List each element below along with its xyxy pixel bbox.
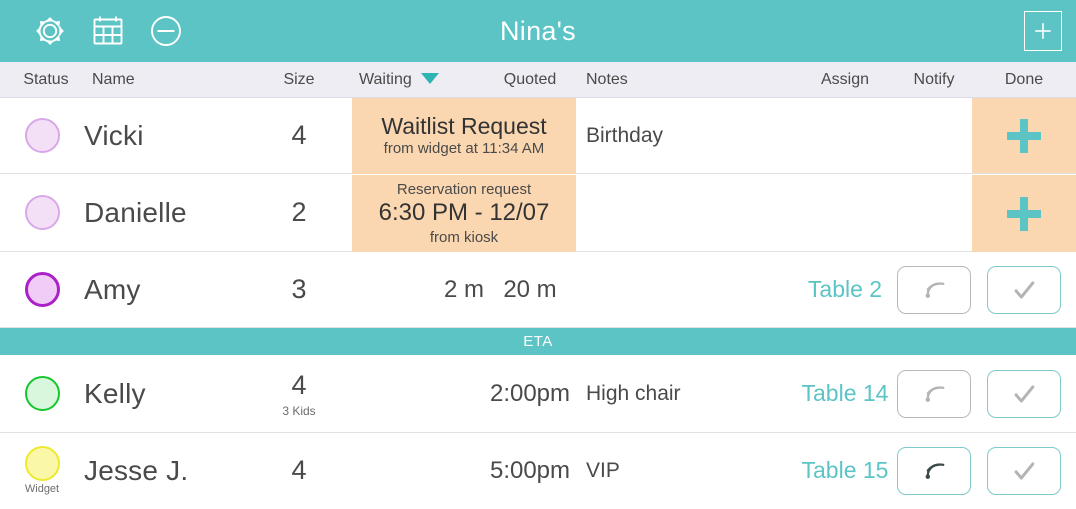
- status-cell[interactable]: [0, 355, 84, 432]
- notes-cell[interactable]: Birthday: [586, 98, 886, 173]
- column-header-waiting-label: Waiting: [359, 71, 412, 88]
- done-cell[interactable]: [985, 433, 1063, 508]
- status-dot: [24, 195, 60, 230]
- status-dot: [24, 446, 60, 481]
- size-cell: 3: [244, 252, 354, 327]
- add-party-button[interactable]: [1024, 11, 1062, 51]
- guest-name: Danielle: [84, 196, 187, 228]
- party-size-detail: 3 Kids: [282, 403, 316, 418]
- quoted-time: 2:00pm: [489, 379, 571, 407]
- status-dot: [24, 376, 60, 411]
- signal-broadcast-icon: [925, 462, 945, 479]
- done-button[interactable]: [987, 265, 1061, 314]
- quoted-time: 5:00pm: [489, 456, 571, 484]
- done-button[interactable]: [987, 369, 1061, 418]
- guest-name: Jesse J.: [84, 454, 189, 486]
- party-size: 4: [291, 455, 307, 485]
- party-size: 2: [291, 197, 307, 227]
- column-header-waiting[interactable]: Waiting: [352, 62, 462, 97]
- column-header-done[interactable]: Done: [985, 62, 1063, 97]
- status-cell[interactable]: [0, 98, 84, 173]
- plus-icon: [1007, 196, 1041, 231]
- table-row[interactable]: Widget Jesse J. 4 5:00pm VIP Table 15: [0, 433, 1076, 508]
- assigned-table[interactable]: Table 15: [802, 457, 889, 484]
- size-cell: 4 3 Kids: [244, 355, 354, 432]
- minus-circle-icon[interactable]: [146, 11, 186, 51]
- waitlist-request-badge[interactable]: Waitlist Request from widget at 11:34 AM: [352, 98, 576, 174]
- column-header-quoted[interactable]: Quoted: [460, 62, 600, 97]
- guest-name: Vicki: [84, 119, 144, 151]
- table-row[interactable]: Kelly 4 3 Kids 2:00pm High chair Table 1…: [0, 355, 1076, 433]
- notes-text: High chair: [586, 381, 681, 405]
- guest-name: Kelly: [84, 377, 146, 409]
- reservation-request-badge[interactable]: Reservation request 6:30 PM - 12/07 from…: [352, 175, 576, 252]
- notify-button[interactable]: [897, 369, 971, 418]
- party-size: 4: [291, 369, 307, 400]
- assigned-table[interactable]: Table 2: [808, 276, 882, 303]
- table-column-headers: Status Name Size Waiting Quoted Notes As…: [0, 62, 1076, 98]
- notify-cell[interactable]: [897, 252, 971, 327]
- column-header-notify[interactable]: Notify: [900, 62, 968, 97]
- assigned-table[interactable]: Table 14: [802, 380, 889, 407]
- size-cell: 4: [244, 98, 354, 173]
- done-cell[interactable]: [985, 355, 1063, 432]
- column-header-assign[interactable]: Assign: [770, 62, 920, 97]
- sort-descending-icon[interactable]: [420, 73, 439, 85]
- settings-gear-icon[interactable]: [30, 11, 70, 51]
- table-row[interactable]: Amy 3 2 m 20 m Table 2: [0, 252, 1076, 328]
- request-source: from kiosk: [429, 228, 499, 246]
- check-icon: [1014, 461, 1035, 480]
- waitlist-app: Nina's Status Name Size Waiting Quoted N…: [0, 0, 1076, 509]
- guest-name: Amy: [84, 273, 141, 305]
- column-header-name[interactable]: Name: [92, 62, 135, 97]
- status-cell[interactable]: [0, 174, 84, 251]
- check-icon: [1014, 384, 1035, 403]
- size-cell: 4: [244, 433, 354, 508]
- request-title: Reservation request: [396, 180, 532, 198]
- check-icon: [1014, 280, 1035, 299]
- accept-request-button[interactable]: [972, 175, 1076, 252]
- notes-text: VIP: [586, 458, 620, 482]
- accept-request-button[interactable]: [972, 98, 1076, 173]
- size-cell: 2: [244, 174, 354, 251]
- column-header-size[interactable]: Size: [244, 62, 354, 97]
- status-cell[interactable]: Widget: [0, 433, 84, 508]
- signal-broadcast-icon: [925, 281, 945, 298]
- notify-cell[interactable]: [897, 355, 971, 432]
- done-button[interactable]: [987, 446, 1061, 495]
- notify-button[interactable]: [897, 446, 971, 495]
- eta-section-divider: ETA: [0, 328, 1076, 355]
- status-dot: [24, 118, 60, 153]
- status-dot: [24, 272, 60, 307]
- status-source-label: Widget: [24, 483, 60, 495]
- request-time: 6:30 PM - 12/07: [378, 199, 550, 227]
- quoted-time: 20 m: [503, 275, 557, 303]
- notes-text: Birthday: [586, 123, 664, 147]
- notes-cell[interactable]: [586, 174, 886, 251]
- notify-cell[interactable]: [897, 433, 971, 508]
- status-cell[interactable]: [0, 252, 84, 327]
- request-source: from widget at 11:34 AM: [383, 140, 545, 158]
- calendar-icon[interactable]: [88, 11, 128, 51]
- done-cell[interactable]: [985, 252, 1063, 327]
- app-header: Nina's: [0, 0, 1076, 62]
- column-header-notes[interactable]: Notes: [586, 62, 628, 97]
- request-title: Waitlist Request: [381, 113, 547, 140]
- party-size: 3: [291, 274, 307, 304]
- column-header-status[interactable]: Status: [10, 62, 82, 97]
- party-size: 4: [291, 120, 307, 150]
- header-icon-group: [0, 11, 186, 51]
- plus-icon: [1007, 118, 1041, 153]
- notify-button[interactable]: [897, 265, 971, 314]
- eta-divider-label: ETA: [523, 333, 553, 350]
- signal-broadcast-icon: [925, 385, 945, 402]
